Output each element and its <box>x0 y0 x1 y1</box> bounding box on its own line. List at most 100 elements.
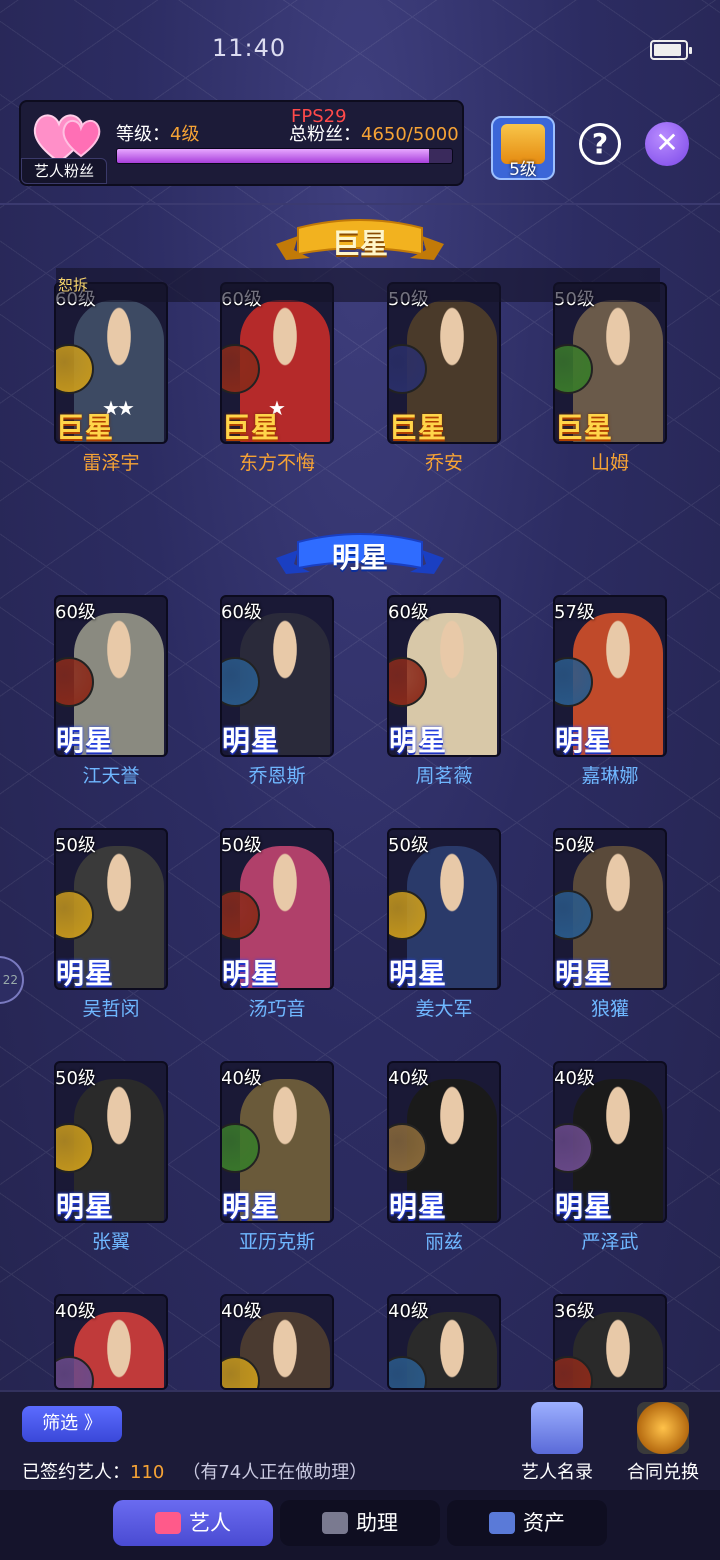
artist-rank: 明星 <box>222 724 281 757</box>
artist-rank: 巨星 <box>56 411 115 444</box>
divider <box>0 203 720 205</box>
artist-name: 狼獾 <box>590 998 629 1020</box>
battery-icon <box>650 40 692 60</box>
contract-label: 合同兑换 <box>627 1462 699 1483</box>
section-title: 巨星 <box>331 227 388 260</box>
clapper-button[interactable]: 5级 <box>491 116 555 180</box>
artist-card[interactable]: 50级巨星 <box>387 282 501 444</box>
artist-rank: 明星 <box>555 957 614 990</box>
level-label: 等级： <box>116 124 170 145</box>
signed-artists-text: 已签约艺人：110 （有74人正在做助理） <box>22 1458 367 1484</box>
fans-label: 总粉丝： <box>289 124 361 145</box>
help-button[interactable]: ? <box>579 123 621 165</box>
artist-level: 40级 <box>55 1301 96 1322</box>
asset-icon <box>489 1512 515 1534</box>
artist-rank: 巨星 <box>389 411 448 444</box>
artist-name: 山姆 <box>590 452 629 474</box>
artist-level: 60级 <box>388 602 429 623</box>
section-ribbon-gold: 巨星 <box>276 214 444 266</box>
artist-card[interactable]: 50级 明星 <box>220 828 334 990</box>
artist-name: 江天誉 <box>82 765 140 787</box>
bottom-panel: 筛选 》 已签约艺人：110 （有74人正在做助理） 艺人名录 合同兑换 艺人 助… <box>0 1390 720 1560</box>
artist-level: 50级 <box>554 835 595 856</box>
artist-card[interactable]: 50级明星 <box>54 828 168 990</box>
roster-button[interactable]: 艺人名录 <box>512 1402 602 1484</box>
close-button[interactable]: ✕ <box>645 122 689 166</box>
artist-level: 40级 <box>388 1301 429 1322</box>
artist-card[interactable]: 50级明星 <box>54 1061 168 1223</box>
artist-name: 雷泽宇 <box>82 452 140 474</box>
contract-exchange-button[interactable]: 合同兑换 <box>618 1402 708 1484</box>
artist-name: 吴哲闵 <box>82 998 140 1020</box>
artist-rank: 明星 <box>389 724 448 757</box>
tab-assets-label: 资产 <box>523 1511 565 1535</box>
artist-level: 60级 <box>55 602 96 623</box>
artist-level: 57级 <box>554 602 595 623</box>
artist-card[interactable]: 60级★巨星 <box>220 282 334 444</box>
artist-rank: 明星 <box>555 1190 614 1223</box>
artist-name: 严泽武 <box>581 1231 639 1253</box>
tab-artists[interactable]: 艺人 <box>113 1500 273 1546</box>
artist-name: 乔安 <box>424 452 463 474</box>
artist-level: 40级 <box>221 1301 262 1322</box>
heart-icon <box>155 1512 181 1534</box>
section-title: 明星 <box>331 541 388 574</box>
level-text: 等级：4级 <box>116 120 199 146</box>
artist-name: 乔恩斯 <box>248 765 306 787</box>
tab-assistants[interactable]: 助理 <box>280 1500 440 1546</box>
artist-name: 嘉琳娜 <box>581 765 639 787</box>
artist-card[interactable]: 50级明星 <box>553 828 667 990</box>
tab-artists-label: 艺人 <box>189 1511 231 1535</box>
artist-rank: 明星 <box>56 957 115 990</box>
artist-level: 40级 <box>388 1068 429 1089</box>
artist-name: 东方不悔 <box>238 452 315 474</box>
roster-label: 艺人名录 <box>521 1462 593 1483</box>
status-time: 11:40 <box>212 34 287 62</box>
signed-count: 110 <box>130 1462 165 1483</box>
hearts-icon <box>33 114 101 164</box>
artist-card[interactable]: 40级 <box>220 1294 334 1390</box>
tab-assistants-label: 助理 <box>356 1511 398 1535</box>
artist-card[interactable]: 40级明星 <box>387 1061 501 1223</box>
artist-rank: 明星 <box>56 1190 115 1223</box>
artist-rank: 明星 <box>222 1190 281 1223</box>
artist-card[interactable]: 60级★★巨星 <box>54 282 168 444</box>
level-value: 4级 <box>170 124 200 145</box>
fans-text: 总粉丝：4650/5000 <box>289 120 459 146</box>
artist-level: 36级 <box>554 1301 595 1322</box>
artist-rank: 明星 <box>555 724 614 757</box>
artist-rank: 巨星 <box>555 411 614 444</box>
artist-level: 50级 <box>388 835 429 856</box>
fan-tag: 艺人粉丝 <box>21 158 107 184</box>
artist-name: 丽兹 <box>424 1231 463 1253</box>
artist-card[interactable]: 60级明星 <box>220 595 334 757</box>
fan-panel[interactable]: 艺人粉丝 FPS29 等级：4级 总粉丝：4650/5000 <box>19 100 464 186</box>
roster-book-icon <box>531 1402 583 1454</box>
artist-level: 40级 <box>221 1068 262 1089</box>
artist-card[interactable]: 60级 明星 <box>54 595 168 757</box>
contract-folder-icon <box>637 1402 689 1454</box>
artist-rank: 明星 <box>389 1190 448 1223</box>
tab-assets[interactable]: 资产 <box>447 1500 607 1546</box>
artist-card[interactable]: 57级明星 <box>553 595 667 757</box>
artist-card[interactable]: 40级明星 <box>220 1061 334 1223</box>
artist-card[interactable]: 60级明星 <box>387 595 501 757</box>
fans-progress-fill <box>117 149 429 163</box>
artist-card[interactable]: 40级 <box>54 1294 168 1390</box>
artist-name: 周茗薇 <box>415 765 473 787</box>
notice-banner <box>56 268 660 302</box>
artist-level: 60级 <box>221 602 262 623</box>
artist-level: 50级 <box>55 835 96 856</box>
assistant-icon <box>322 1512 348 1534</box>
artist-card[interactable]: 40级 明星 <box>553 1061 667 1223</box>
artist-name: 汤巧音 <box>248 998 306 1020</box>
filter-button[interactable]: 筛选 》 <box>22 1406 122 1442</box>
artist-level: 50级 <box>55 1068 96 1089</box>
artist-card[interactable]: 50级巨星 <box>553 282 667 444</box>
bottom-info-bar: 筛选 》 已签约艺人：110 （有74人正在做助理） 艺人名录 合同兑换 <box>0 1390 720 1490</box>
artist-rank: 明星 <box>222 957 281 990</box>
artist-card[interactable]: 40级 <box>387 1294 501 1390</box>
artist-card[interactable]: 50级 明星 <box>387 828 501 990</box>
clapper-level: 5级 <box>509 160 537 180</box>
artist-card[interactable]: 36级 <box>553 1294 667 1390</box>
